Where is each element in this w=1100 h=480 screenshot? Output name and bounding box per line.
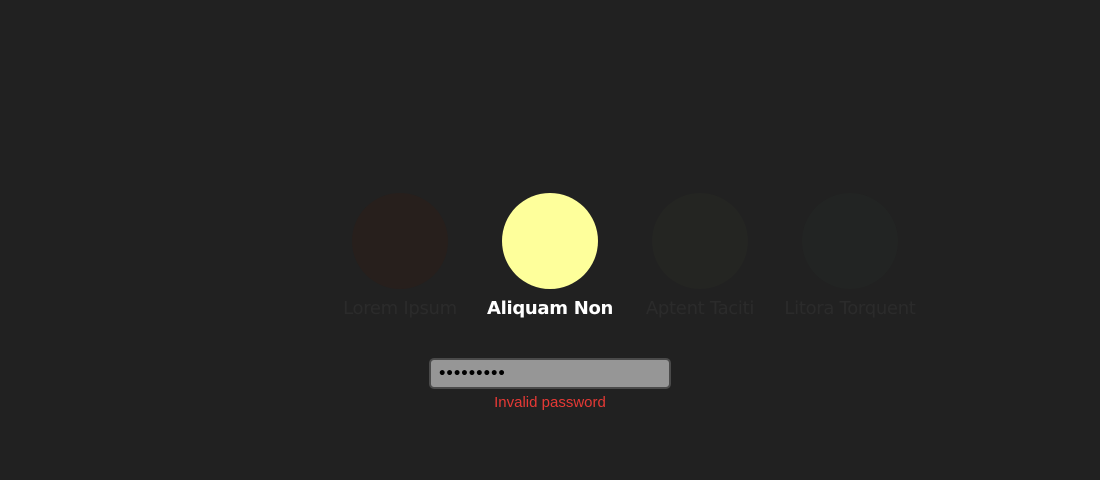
avatar xyxy=(802,193,898,289)
login-screen: Lorem Ipsum Aliquam Non Aptent Taciti Li… xyxy=(0,0,1100,480)
avatar xyxy=(352,193,448,289)
user-name: Litora Torquent xyxy=(784,298,916,319)
error-message: Invalid password xyxy=(494,394,606,411)
password-field-wrapper xyxy=(429,358,671,389)
user-tile-litora-torquent[interactable]: Litora Torquent xyxy=(760,193,940,323)
avatar xyxy=(652,193,748,289)
password-input[interactable] xyxy=(429,358,671,389)
avatar xyxy=(502,193,598,289)
